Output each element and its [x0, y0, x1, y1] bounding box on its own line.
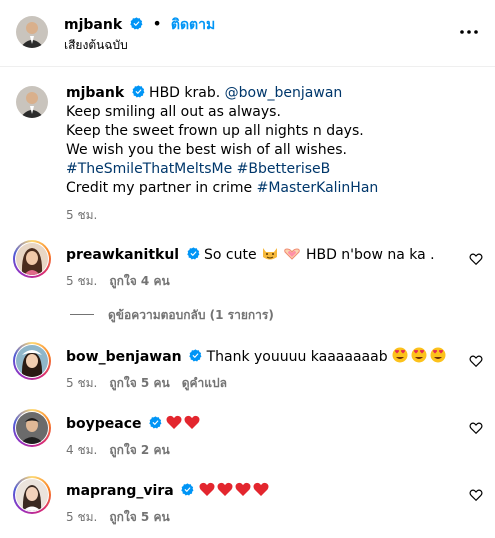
- verified-badge-icon: [131, 85, 145, 98]
- like-heart-icon[interactable]: [469, 354, 483, 368]
- comment-avatar: [16, 479, 48, 511]
- like-heart-icon[interactable]: [469, 252, 483, 266]
- replies-divider: [70, 314, 94, 315]
- red-heart-emoji-icon: [166, 415, 200, 429]
- like-heart-icon[interactable]: [469, 488, 483, 502]
- caption-line: Credit my partner in crime: [66, 180, 257, 196]
- original-audio-link[interactable]: เสียงต้นฉบับ: [64, 36, 128, 55]
- comment-text: So cute: [204, 247, 257, 263]
- caption-avatar[interactable]: [16, 86, 48, 118]
- comment-meta: 5 ชม. ถูกใจ 5 คน ดูคำแปล: [66, 374, 239, 393]
- comment-row: bow_benjawan Thank youuuu kaaaaaaab: [66, 347, 446, 365]
- comment-row: preawkanitkul So cute HBD n'bow na ka .: [66, 245, 435, 263]
- heart-eyes-emoji-icon: [392, 347, 446, 363]
- heart-hands-emoji-icon: [284, 248, 301, 260]
- like-heart-icon[interactable]: [469, 421, 483, 435]
- header-username[interactable]: mjbank: [64, 17, 122, 33]
- comment-meta: 4 ชม. ถูกใจ 2 คน: [66, 441, 182, 460]
- comment-username[interactable]: boypeace: [66, 416, 142, 432]
- comment-likes[interactable]: ถูกใจ 4 คน: [109, 274, 169, 288]
- caption-hashtags[interactable]: #TheSmileThatMeltsMe #BbetteriseB: [66, 160, 378, 179]
- comment-time: 4 ชม.: [66, 443, 98, 457]
- story-ring[interactable]: [13, 409, 51, 447]
- follow-button[interactable]: ติดตาม: [171, 17, 215, 33]
- caption-line: HBD krab.: [149, 85, 225, 101]
- comment-text: Thank youuuu kaaaaaaab: [206, 349, 388, 365]
- comment-text: HBD n'bow na ka .: [305, 247, 435, 263]
- caption-credit-hashtag[interactable]: #MasterKalinHan: [257, 180, 379, 196]
- verified-badge-icon: [186, 247, 199, 260]
- see-translation-link[interactable]: ดูคำแปล: [182, 376, 227, 390]
- verified-badge-icon: [149, 416, 162, 429]
- comment-meta: 5 ชม. ถูกใจ 4 คน: [66, 272, 182, 291]
- verified-badge-icon: [130, 17, 143, 30]
- red-heart-emoji-icon: [199, 482, 269, 496]
- verified-badge-icon: [189, 349, 202, 362]
- caption-time: 5 ชม.: [66, 208, 98, 222]
- comment-time: 5 ชม.: [66, 510, 98, 524]
- comment-username[interactable]: bow_benjawan: [66, 349, 182, 365]
- caption-line: Keep the sweet frown up all nights n day…: [66, 123, 364, 139]
- comment-likes[interactable]: ถูกใจ 5 คน: [109, 510, 169, 524]
- caption-username[interactable]: mjbank: [66, 85, 124, 101]
- comment-time: 5 ชม.: [66, 274, 98, 288]
- comment-time: 5 ชม.: [66, 376, 98, 390]
- comment-likes[interactable]: ถูกใจ 5 คน: [109, 376, 169, 390]
- view-replies-button[interactable]: ดูข้อความตอบกลับ (1 รายการ): [70, 306, 274, 325]
- story-ring[interactable]: [13, 240, 51, 278]
- story-ring[interactable]: [13, 476, 51, 514]
- comment-avatar: [16, 412, 48, 444]
- separator-dot: •: [152, 14, 162, 33]
- comment-avatar: [16, 345, 48, 377]
- story-ring[interactable]: [13, 342, 51, 380]
- view-replies-label: ดูข้อความตอบกลับ (1 รายการ): [108, 308, 274, 322]
- comment-likes[interactable]: ถูกใจ 2 คน: [109, 443, 169, 457]
- comment-avatar: [16, 243, 48, 275]
- caption-line: Keep smiling all out as always.: [66, 104, 281, 120]
- comment-username[interactable]: maprang_vira: [66, 483, 174, 499]
- comment-username[interactable]: preawkanitkul: [66, 247, 179, 263]
- header-title-row: mjbank • ติดตาม: [64, 14, 215, 36]
- caption: mjbank HBD krab. @bow_benjawan Keep smil…: [66, 84, 378, 198]
- comment-meta: 5 ชม. ถูกใจ 5 คน: [66, 508, 182, 527]
- comment-row: maprang_vira: [66, 481, 271, 499]
- avatar[interactable]: [16, 16, 48, 48]
- caption-line: We wish you the best wish of all wishes.: [66, 142, 347, 158]
- post-header: mjbank • ติดตาม เสียงต้นฉบับ: [0, 0, 495, 67]
- comment-row: boypeace: [66, 414, 202, 432]
- smiling-cat-emoji-icon: [263, 248, 278, 260]
- verified-badge-icon: [181, 483, 194, 496]
- more-options-icon[interactable]: [459, 22, 479, 42]
- caption-mention-link[interactable]: @bow_benjawan: [225, 85, 343, 101]
